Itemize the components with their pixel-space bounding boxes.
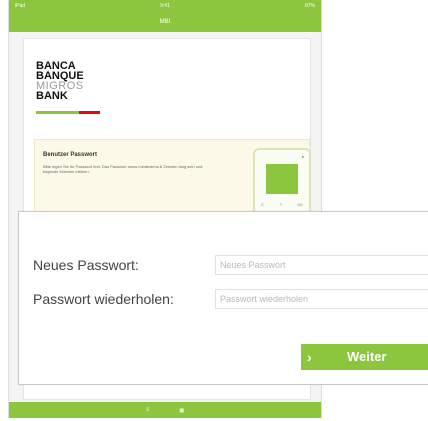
status-time: 9:41 xyxy=(160,3,170,9)
repeat-password-label: Passwort wiederholen: xyxy=(33,291,174,307)
status-device: iPad xyxy=(15,3,26,9)
new-password-input[interactable] xyxy=(215,255,428,275)
menu-icon[interactable]: ≡ xyxy=(146,407,150,413)
square-icon[interactable]: ◼ xyxy=(179,407,184,414)
device-key-question: ? xyxy=(279,202,282,207)
device-keys: C ? OK xyxy=(261,202,303,207)
repeat-password-input[interactable] xyxy=(215,289,428,309)
logo-stripe xyxy=(36,111,100,114)
nav-title: MBI xyxy=(159,19,171,25)
status-bar: iPad 9:41 87% xyxy=(9,0,321,12)
token-device-icon: ● C ? OK xyxy=(253,148,311,220)
device-key-c: C xyxy=(261,202,264,207)
bank-logo: BANCA BANQUE MIGROS BANK xyxy=(36,61,84,102)
next-button-label: Weiter xyxy=(347,349,387,364)
chevron-right-icon: › xyxy=(307,349,312,365)
nav-bar: MBI xyxy=(9,12,321,32)
password-form-panel: Neues Passwort: Passwort wiederholen: › … xyxy=(18,211,428,385)
next-button[interactable]: › Weiter xyxy=(301,344,428,370)
device-dot: ● xyxy=(301,154,304,159)
device-screen xyxy=(266,164,298,194)
device-key-ok: OK xyxy=(297,202,303,207)
card-title: Benutzer Passwort xyxy=(43,152,98,158)
status-battery: 87% xyxy=(304,3,315,9)
bottom-bar: ≡ ◼ xyxy=(9,402,321,418)
new-password-label: Neues Passwort: xyxy=(33,257,139,273)
logo-line-4: BANK xyxy=(36,90,68,102)
card-text: Bitte legen Sie Ihr Passwort fest. Das P… xyxy=(43,164,203,174)
